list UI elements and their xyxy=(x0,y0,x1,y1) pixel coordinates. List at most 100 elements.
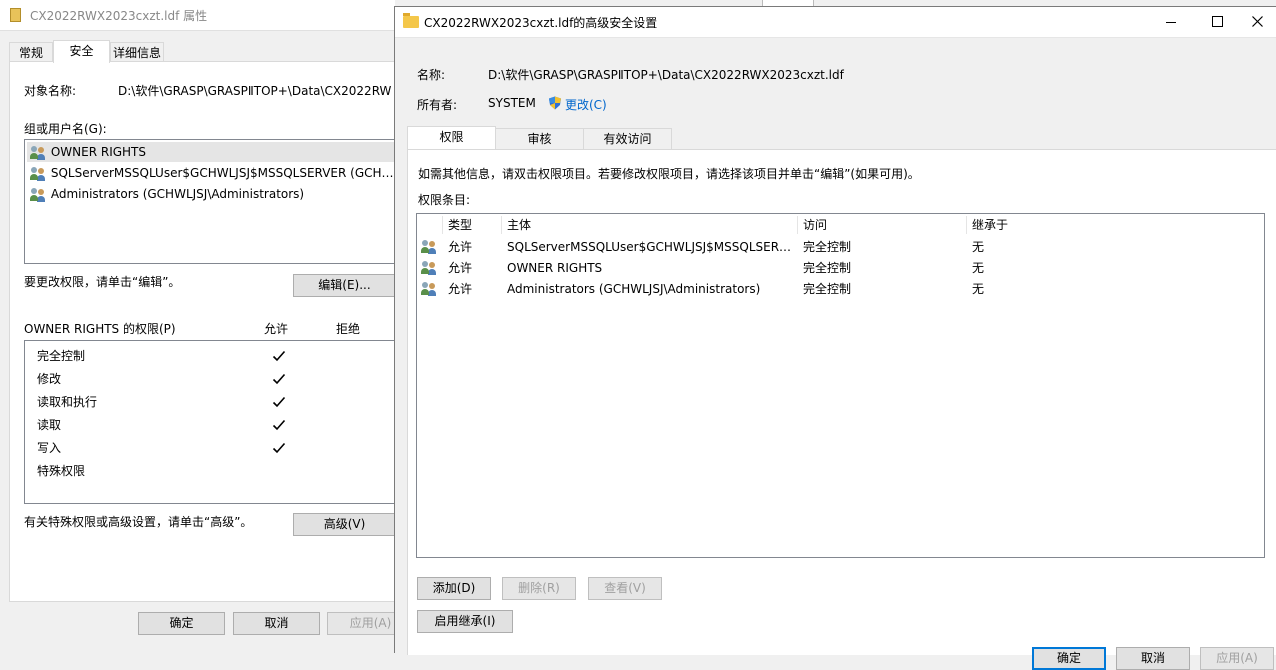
group-label: 组或用户名(G): xyxy=(24,122,107,136)
list-item[interactable]: SQLServerMSSQLUser$GCHWLJSJ$MSSQLSERVER … xyxy=(27,163,397,183)
tab-auditing[interactable]: 审核 xyxy=(495,128,584,149)
tab-details[interactable]: 详细信息 xyxy=(110,42,164,63)
permission-name: 读取和执行 xyxy=(37,395,98,409)
cell-principal: OWNER RIGHTS xyxy=(507,261,603,275)
checkmark-icon xyxy=(272,350,286,362)
info-text: 如需其他信息，请双击权限项目。若要修改权限项目，请选择该项目并单击“编辑”(如果… xyxy=(418,167,920,181)
properties-titlebar: CX2022RWX2023cxzt.ldf 属性 xyxy=(0,0,395,30)
remove-button[interactable]: 删除(R) xyxy=(502,577,576,600)
permission-list[interactable]: 完全控制修改读取和执行读取写入特殊权限 xyxy=(24,340,397,504)
column-type[interactable]: 类型 xyxy=(448,214,472,236)
permission-name: 特殊权限 xyxy=(37,464,86,478)
checkmark-icon xyxy=(272,442,286,454)
maximize-button[interactable] xyxy=(1194,7,1240,37)
column-inherited[interactable]: 继承于 xyxy=(972,214,1008,236)
advanced-ok-button[interactable]: 确定 xyxy=(1032,647,1106,670)
title-separator xyxy=(0,30,395,31)
close-button[interactable] xyxy=(1240,7,1276,37)
shield-icon xyxy=(548,96,562,110)
permission-row: 完全控制 xyxy=(25,346,395,366)
column-divider xyxy=(797,216,798,234)
add-button[interactable]: 添加(D) xyxy=(417,577,491,600)
edit-button[interactable]: 编辑(E)... xyxy=(293,274,396,297)
list-item[interactable]: Administrators (GCHWLJSJ\Administrators) xyxy=(27,184,397,204)
permission-row: 写入 xyxy=(25,438,395,458)
cell-principal: SQLServerMSSQLUser$GCHWLJSJ$MSSQLSER… xyxy=(507,240,792,254)
advanced-button[interactable]: 高级(V) xyxy=(293,513,396,536)
enable-inheritance-button[interactable]: 启用继承(I) xyxy=(417,610,513,633)
table-row[interactable]: 允许 OWNER RIGHTS 完全控制 无 xyxy=(417,258,1263,279)
edit-hint: 要更改权限，请单击“编辑”。 xyxy=(24,275,181,289)
advanced-cancel-button[interactable]: 取消 xyxy=(1116,647,1190,670)
cell-principal: Administrators (GCHWLJSJ\Administrators) xyxy=(507,282,761,296)
permission-name: 修改 xyxy=(37,372,62,386)
entries-label: 权限条目: xyxy=(418,193,471,207)
permission-row: 读取 xyxy=(25,415,395,435)
list-item[interactable]: OWNER RIGHTS xyxy=(27,142,397,162)
checkmark-icon xyxy=(272,419,286,431)
cell-inherited: 无 xyxy=(972,240,985,254)
object-name-label: 对象名称: xyxy=(24,84,77,98)
tab-effective-access[interactable]: 有效访问 xyxy=(583,128,672,149)
cancel-button[interactable]: 取消 xyxy=(233,612,320,635)
advanced-title-separator xyxy=(395,37,1276,38)
users-icon xyxy=(30,166,46,181)
owner-label: 所有者: xyxy=(417,98,458,112)
permission-name: 写入 xyxy=(37,441,62,455)
file-icon xyxy=(10,8,21,22)
cell-type: 允许 xyxy=(448,261,473,275)
tab-general[interactable]: 常规 xyxy=(9,42,53,63)
cell-access: 完全控制 xyxy=(803,240,852,254)
table-row[interactable]: 允许 Administrators (GCHWLJSJ\Administrator… xyxy=(417,279,1263,300)
permission-name: 完全控制 xyxy=(37,349,86,363)
permission-row: 修改 xyxy=(25,369,395,389)
security-tab-page: 对象名称: D:\软件\GRASP\GRASPⅡTOP+\Data\CX2022… xyxy=(9,61,397,602)
allow-header: 允许 xyxy=(264,322,289,336)
cell-inherited: 无 xyxy=(972,282,985,296)
deny-header: 拒绝 xyxy=(336,322,361,336)
minimize-button[interactable] xyxy=(1148,7,1194,37)
maximize-icon xyxy=(1212,16,1223,27)
cell-access: 完全控制 xyxy=(803,282,852,296)
user-list[interactable]: OWNER RIGHTS SQLServerMSSQLUser$GCHWLJSJ… xyxy=(24,139,397,264)
ok-button[interactable]: 确定 xyxy=(138,612,225,635)
change-owner-link[interactable]: 更改(C) xyxy=(565,96,607,113)
permission-row: 特殊权限 xyxy=(25,461,395,481)
advanced-apply-button[interactable]: 应用(A) xyxy=(1200,647,1274,670)
column-principal[interactable]: 主体 xyxy=(507,214,531,236)
view-button[interactable]: 查看(V) xyxy=(588,577,662,600)
checkmark-icon xyxy=(272,396,286,408)
users-icon xyxy=(421,261,437,275)
cell-type: 允许 xyxy=(448,240,473,254)
permission-entries-grid[interactable]: 类型 主体 访问 继承于 允许 SQLServerMSSQLUser$GCHWLJ… xyxy=(416,213,1265,558)
minimize-icon xyxy=(1166,22,1176,23)
users-icon xyxy=(30,145,46,160)
name-value: D:\软件\GRASP\GRASPⅡTOP+\Data\CX2022RWX202… xyxy=(488,68,844,82)
table-row[interactable]: 允许 SQLServerMSSQLUser$GCHWLJSJ$MSSQLSER… 完… xyxy=(417,237,1263,258)
permissions-header: OWNER RIGHTS 的权限(P) xyxy=(24,322,176,336)
column-divider xyxy=(442,216,443,234)
permission-row: 读取和执行 xyxy=(25,392,395,412)
advanced-hint: 有关特殊权限或高级设置，请单击“高级”。 xyxy=(24,515,253,529)
cell-type: 允许 xyxy=(448,282,473,296)
properties-window: CX2022RWX2023cxzt.ldf 属性 常规 安全 详细信息 对象名称… xyxy=(0,0,414,653)
users-icon xyxy=(30,187,46,202)
name-label: 名称: xyxy=(417,68,446,82)
column-divider xyxy=(501,216,502,234)
tab-permissions[interactable]: 权限 xyxy=(407,126,496,149)
permission-name: 读取 xyxy=(37,418,62,432)
cell-access: 完全控制 xyxy=(803,261,852,275)
tab-security[interactable]: 安全 xyxy=(53,40,110,63)
advanced-title: CX2022RWX2023cxzt.ldf的高级安全设置 xyxy=(424,16,658,30)
column-access[interactable]: 访问 xyxy=(803,214,827,236)
object-name-value: D:\软件\GRASP\GRASPⅡTOP+\Data\CX2022RW xyxy=(118,84,392,98)
users-icon xyxy=(421,240,437,254)
advanced-tabstrip: 权限 审核 有效访问 xyxy=(407,126,1276,150)
cell-inherited: 无 xyxy=(972,261,985,275)
owner-value: SYSTEM xyxy=(488,96,536,110)
permissions-tab-page: 如需其他信息，请双击权限项目。若要修改权限项目，请选择该项目并单击“编辑”(如果… xyxy=(407,149,1276,655)
grid-header: 类型 主体 访问 继承于 xyxy=(417,214,1264,236)
advanced-security-window: CX2022RWX2023cxzt.ldf的高级安全设置 名称: D:\软件\G… xyxy=(394,6,1276,670)
close-icon xyxy=(1252,16,1263,27)
advanced-titlebar: CX2022RWX2023cxzt.ldf的高级安全设置 xyxy=(395,7,1276,37)
